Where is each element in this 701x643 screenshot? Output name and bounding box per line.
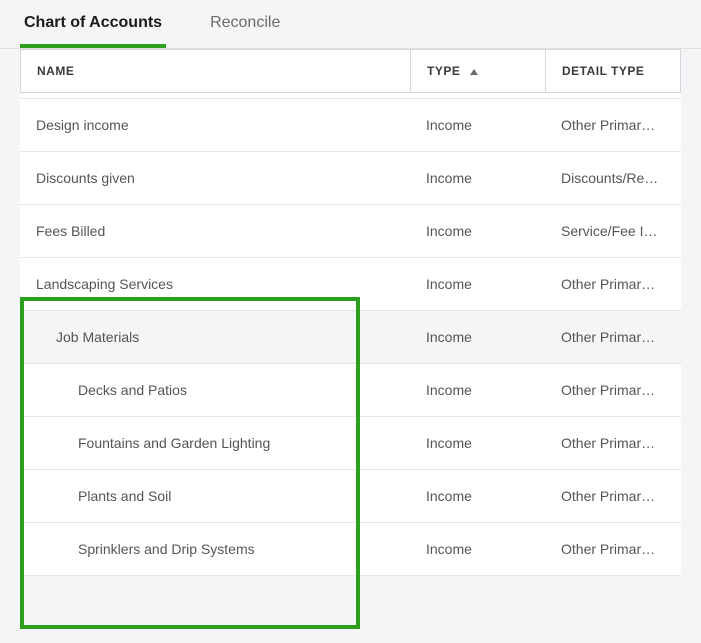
cell-type: Income (410, 152, 545, 204)
table-row[interactable]: Plants and Soil Income Other Primar… (20, 470, 681, 523)
table-row[interactable]: Decks and Patios Income Other Primar… (20, 364, 681, 417)
cell-name: Job Materials (20, 311, 410, 363)
cell-name: Fees Billed (20, 205, 410, 257)
table-row[interactable]: Fees Billed Income Service/Fee I… (20, 205, 681, 258)
cell-name: Sprinklers and Drip Systems (20, 523, 410, 575)
column-type[interactable]: TYPE (411, 50, 546, 93)
column-name[interactable]: NAME (21, 50, 411, 93)
accounts-table: NAME TYPE DETAIL TYPE Design income Inco… (0, 49, 701, 576)
cell-type: Income (410, 470, 545, 522)
cell-name: Discounts given (20, 152, 410, 204)
table-row[interactable]: Discounts given Income Discounts/Re… (20, 152, 681, 205)
cell-detail: Service/Fee I… (545, 205, 680, 257)
tab-reconcile[interactable]: Reconcile (206, 0, 284, 48)
column-detail-type[interactable]: DETAIL TYPE (546, 50, 681, 93)
table-header: NAME TYPE DETAIL TYPE (20, 49, 681, 93)
table-row[interactable]: Job Materials Income Other Primar… (20, 311, 681, 364)
sort-ascending-icon (470, 69, 478, 75)
cell-name: Landscaping Services (20, 258, 410, 310)
column-name-label: NAME (37, 64, 74, 78)
cell-type: Income (410, 205, 545, 257)
column-type-label: TYPE (427, 64, 460, 78)
cell-detail: Discounts/Re… (545, 152, 680, 204)
cell-type: Income (410, 99, 545, 151)
table-row[interactable]: Sprinklers and Drip Systems Income Other… (20, 523, 681, 576)
tabs-bar: Chart of Accounts Reconcile (0, 0, 701, 49)
cell-type: Income (410, 311, 545, 363)
column-detail-label: DETAIL TYPE (562, 64, 644, 78)
tab-chart-of-accounts[interactable]: Chart of Accounts (20, 0, 166, 48)
cell-detail: Other Primar… (545, 523, 680, 575)
cell-type: Income (410, 417, 545, 469)
cell-detail: Other Primar… (545, 99, 680, 151)
cell-type: Income (410, 258, 545, 310)
cell-type: Income (410, 364, 545, 416)
cell-name: Design income (20, 99, 410, 151)
cell-detail: Other Primar… (545, 417, 680, 469)
cell-detail: Other Primar… (545, 470, 680, 522)
table-body: Design income Income Other Primar… Disco… (20, 93, 681, 576)
cell-detail: Other Primar… (545, 364, 680, 416)
cell-name: Plants and Soil (20, 470, 410, 522)
table-row[interactable]: Fountains and Garden Lighting Income Oth… (20, 417, 681, 470)
table-row[interactable]: Design income Income Other Primar… (20, 99, 681, 152)
cell-name: Decks and Patios (20, 364, 410, 416)
table-row[interactable]: Landscaping Services Income Other Primar… (20, 258, 681, 311)
cell-name: Fountains and Garden Lighting (20, 417, 410, 469)
cell-type: Income (410, 523, 545, 575)
cell-detail: Other Primar… (545, 258, 680, 310)
cell-detail: Other Primar… (545, 311, 680, 363)
